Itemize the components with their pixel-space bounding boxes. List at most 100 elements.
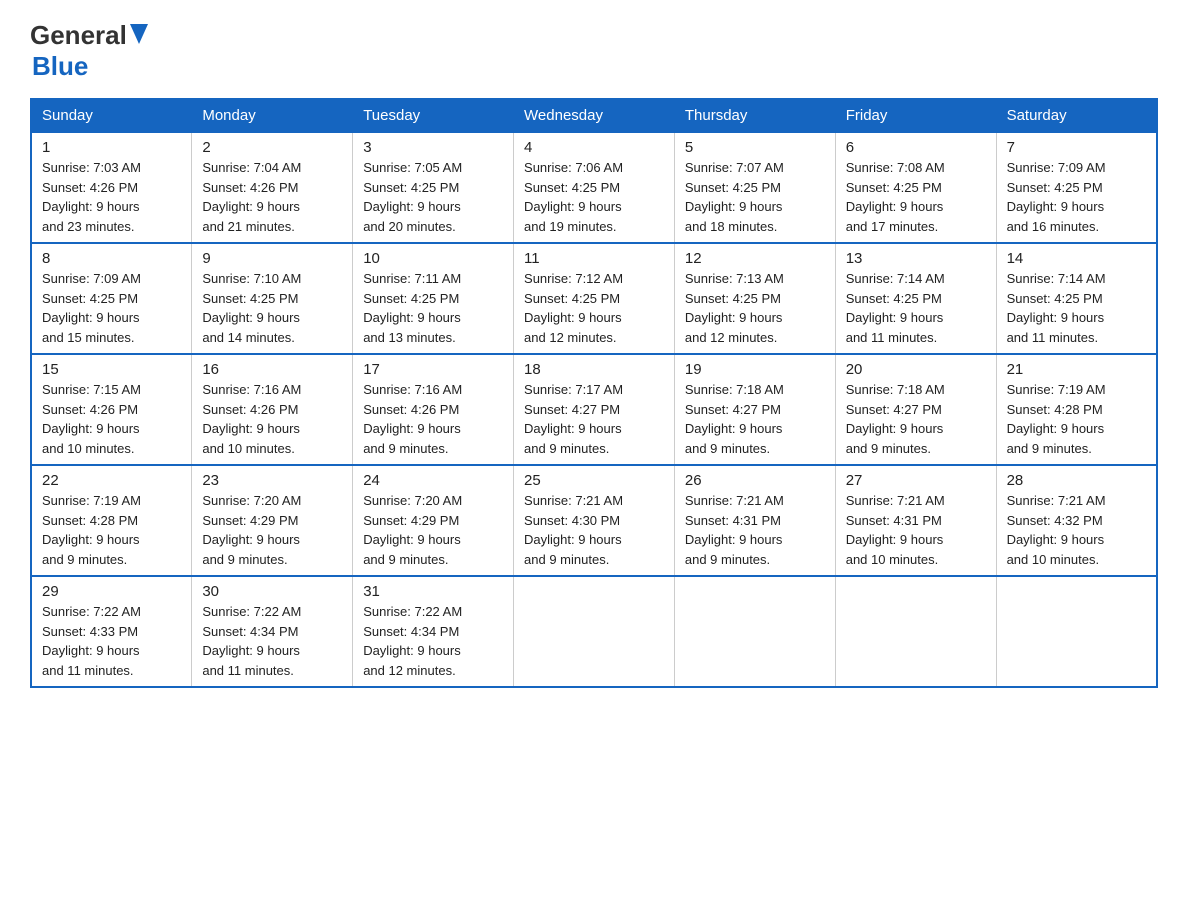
- calendar-cell: [514, 576, 675, 687]
- col-header-friday: Friday: [835, 99, 996, 133]
- day-info: Sunrise: 7:19 AMSunset: 4:28 PMDaylight:…: [1007, 380, 1146, 458]
- calendar-week-row: 15 Sunrise: 7:15 AMSunset: 4:26 PMDayligh…: [31, 354, 1157, 465]
- calendar-cell: 29 Sunrise: 7:22 AMSunset: 4:33 PMDayligh…: [31, 576, 192, 687]
- calendar-cell: 31 Sunrise: 7:22 AMSunset: 4:34 PMDayligh…: [353, 576, 514, 687]
- day-info: Sunrise: 7:19 AMSunset: 4:28 PMDaylight:…: [42, 491, 181, 569]
- day-number: 27: [846, 472, 986, 489]
- day-number: 13: [846, 250, 986, 267]
- day-info: Sunrise: 7:05 AMSunset: 4:25 PMDaylight:…: [363, 158, 503, 236]
- calendar-cell: 12Sunrise: 7:13 AMSunset: 4:25 PMDayligh…: [674, 243, 835, 354]
- calendar-cell: 9 Sunrise: 7:10 AMSunset: 4:25 PMDaylight…: [192, 243, 353, 354]
- col-header-tuesday: Tuesday: [353, 99, 514, 133]
- col-header-thursday: Thursday: [674, 99, 835, 133]
- day-number: 10: [363, 250, 503, 267]
- calendar-cell: 2 Sunrise: 7:04 AMSunset: 4:26 PMDaylight…: [192, 133, 353, 244]
- calendar-cell: 23 Sunrise: 7:20 AMSunset: 4:29 PMDayligh…: [192, 465, 353, 576]
- day-number: 30: [202, 583, 342, 600]
- day-number: 12: [685, 250, 825, 267]
- day-info: Sunrise: 7:20 AMSunset: 4:29 PMDaylight:…: [202, 491, 342, 569]
- day-number: 24: [363, 472, 503, 489]
- calendar-cell: [996, 576, 1157, 687]
- day-number: 17: [363, 361, 503, 378]
- col-header-sunday: Sunday: [31, 99, 192, 133]
- day-info: Sunrise: 7:07 AMSunset: 4:25 PMDaylight:…: [685, 158, 825, 236]
- calendar-cell: 17Sunrise: 7:16 AMSunset: 4:26 PMDayligh…: [353, 354, 514, 465]
- calendar-cell: 5 Sunrise: 7:07 AMSunset: 4:25 PMDaylight…: [674, 133, 835, 244]
- day-number: 21: [1007, 361, 1146, 378]
- day-number: 5: [685, 139, 825, 156]
- day-number: 15: [42, 361, 181, 378]
- logo-arrow-icon: [130, 24, 148, 49]
- day-info: Sunrise: 7:15 AMSunset: 4:26 PMDaylight:…: [42, 380, 181, 458]
- calendar-header-row: SundayMondayTuesdayWednesdayThursdayFrid…: [31, 99, 1157, 133]
- day-info: Sunrise: 7:22 AMSunset: 4:34 PMDaylight:…: [202, 602, 342, 680]
- calendar-cell: 18 Sunrise: 7:17 AMSunset: 4:27 PMDayligh…: [514, 354, 675, 465]
- day-number: 11: [524, 250, 664, 267]
- calendar-cell: [835, 576, 996, 687]
- calendar-week-row: 22 Sunrise: 7:19 AMSunset: 4:28 PMDayligh…: [31, 465, 1157, 576]
- calendar-week-row: 8 Sunrise: 7:09 AMSunset: 4:25 PMDaylight…: [31, 243, 1157, 354]
- day-info: Sunrise: 7:14 AMSunset: 4:25 PMDaylight:…: [846, 269, 986, 347]
- day-info: Sunrise: 7:17 AMSunset: 4:27 PMDaylight:…: [524, 380, 664, 458]
- day-number: 9: [202, 250, 342, 267]
- calendar-week-row: 1Sunrise: 7:03 AMSunset: 4:26 PMDaylight…: [31, 133, 1157, 244]
- day-number: 8: [42, 250, 181, 267]
- day-number: 4: [524, 139, 664, 156]
- day-info: Sunrise: 7:10 AMSunset: 4:25 PMDaylight:…: [202, 269, 342, 347]
- calendar-table: SundayMondayTuesdayWednesdayThursdayFrid…: [30, 98, 1158, 688]
- calendar-cell: 20Sunrise: 7:18 AMSunset: 4:27 PMDayligh…: [835, 354, 996, 465]
- calendar-cell: 15 Sunrise: 7:15 AMSunset: 4:26 PMDayligh…: [31, 354, 192, 465]
- day-number: 25: [524, 472, 664, 489]
- day-info: Sunrise: 7:11 AMSunset: 4:25 PMDaylight:…: [363, 269, 503, 347]
- calendar-cell: 10 Sunrise: 7:11 AMSunset: 4:25 PMDayligh…: [353, 243, 514, 354]
- calendar-cell: 19Sunrise: 7:18 AMSunset: 4:27 PMDayligh…: [674, 354, 835, 465]
- day-info: Sunrise: 7:04 AMSunset: 4:26 PMDaylight:…: [202, 158, 342, 236]
- day-number: 16: [202, 361, 342, 378]
- day-number: 26: [685, 472, 825, 489]
- day-number: 1: [42, 139, 181, 156]
- calendar-cell: 6 Sunrise: 7:08 AMSunset: 4:25 PMDaylight…: [835, 133, 996, 244]
- day-info: Sunrise: 7:21 AMSunset: 4:31 PMDaylight:…: [685, 491, 825, 569]
- day-number: 20: [846, 361, 986, 378]
- calendar-cell: 27Sunrise: 7:21 AMSunset: 4:31 PMDayligh…: [835, 465, 996, 576]
- calendar-cell: 3 Sunrise: 7:05 AMSunset: 4:25 PMDaylight…: [353, 133, 514, 244]
- col-header-monday: Monday: [192, 99, 353, 133]
- day-number: 28: [1007, 472, 1146, 489]
- calendar-cell: [674, 576, 835, 687]
- page-header: General Blue: [30, 20, 1158, 82]
- day-info: Sunrise: 7:21 AMSunset: 4:32 PMDaylight:…: [1007, 491, 1146, 569]
- day-number: 7: [1007, 139, 1146, 156]
- calendar-cell: 30 Sunrise: 7:22 AMSunset: 4:34 PMDayligh…: [192, 576, 353, 687]
- day-number: 19: [685, 361, 825, 378]
- day-info: Sunrise: 7:22 AMSunset: 4:34 PMDaylight:…: [363, 602, 503, 680]
- day-number: 23: [202, 472, 342, 489]
- calendar-cell: 13 Sunrise: 7:14 AMSunset: 4:25 PMDayligh…: [835, 243, 996, 354]
- day-info: Sunrise: 7:12 AMSunset: 4:25 PMDaylight:…: [524, 269, 664, 347]
- calendar-cell: 22 Sunrise: 7:19 AMSunset: 4:28 PMDayligh…: [31, 465, 192, 576]
- day-info: Sunrise: 7:21 AMSunset: 4:30 PMDaylight:…: [524, 491, 664, 569]
- day-info: Sunrise: 7:16 AMSunset: 4:26 PMDaylight:…: [202, 380, 342, 458]
- day-number: 2: [202, 139, 342, 156]
- day-info: Sunrise: 7:06 AMSunset: 4:25 PMDaylight:…: [524, 158, 664, 236]
- day-number: 18: [524, 361, 664, 378]
- calendar-cell: 25 Sunrise: 7:21 AMSunset: 4:30 PMDayligh…: [514, 465, 675, 576]
- day-number: 29: [42, 583, 181, 600]
- day-number: 22: [42, 472, 181, 489]
- calendar-cell: 14Sunrise: 7:14 AMSunset: 4:25 PMDayligh…: [996, 243, 1157, 354]
- day-number: 14: [1007, 250, 1146, 267]
- calendar-cell: 4 Sunrise: 7:06 AMSunset: 4:25 PMDaylight…: [514, 133, 675, 244]
- day-number: 3: [363, 139, 503, 156]
- day-info: Sunrise: 7:09 AMSunset: 4:25 PMDaylight:…: [1007, 158, 1146, 236]
- logo-blue: Blue: [32, 51, 88, 81]
- calendar-cell: 21 Sunrise: 7:19 AMSunset: 4:28 PMDayligh…: [996, 354, 1157, 465]
- day-info: Sunrise: 7:09 AMSunset: 4:25 PMDaylight:…: [42, 269, 181, 347]
- calendar-cell: 11 Sunrise: 7:12 AMSunset: 4:25 PMDayligh…: [514, 243, 675, 354]
- calendar-cell: 1Sunrise: 7:03 AMSunset: 4:26 PMDaylight…: [31, 133, 192, 244]
- day-number: 6: [846, 139, 986, 156]
- col-header-wednesday: Wednesday: [514, 99, 675, 133]
- day-number: 31: [363, 583, 503, 600]
- day-info: Sunrise: 7:08 AMSunset: 4:25 PMDaylight:…: [846, 158, 986, 236]
- day-info: Sunrise: 7:22 AMSunset: 4:33 PMDaylight:…: [42, 602, 181, 680]
- calendar-cell: 16 Sunrise: 7:16 AMSunset: 4:26 PMDayligh…: [192, 354, 353, 465]
- calendar-cell: 26 Sunrise: 7:21 AMSunset: 4:31 PMDayligh…: [674, 465, 835, 576]
